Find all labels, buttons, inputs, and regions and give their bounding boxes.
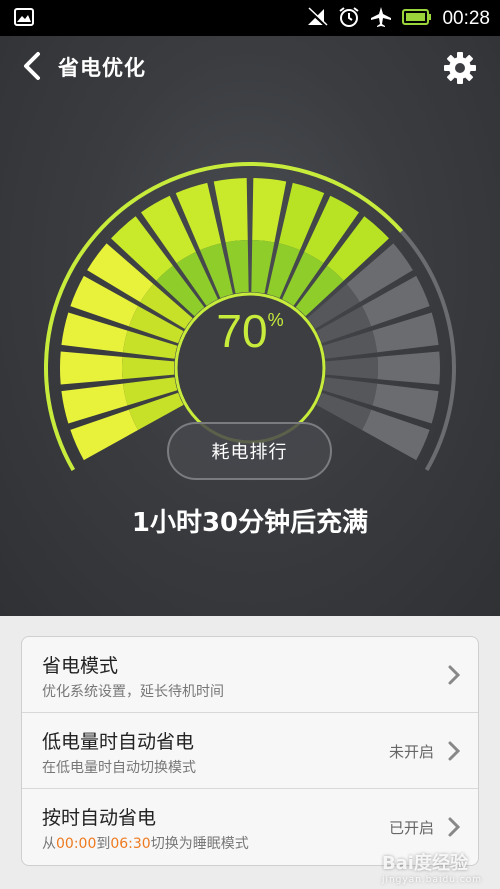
battery-percent: 70%: [190, 304, 310, 358]
end-time: 06:30: [110, 836, 151, 852]
status-label: 未开启: [388, 743, 434, 761]
list-item-title: 按时自动省电: [42, 807, 157, 829]
chevron-right-icon: [448, 817, 461, 841]
chevron-right-icon: [448, 665, 461, 689]
gauge-segment-outer: [213, 178, 248, 243]
gauge-segment-outer: [377, 351, 440, 385]
subtitle-mid: 到: [96, 836, 111, 852]
list-item-power-saving-mode[interactable]: 省电模式 优化系统设置，延长待机时间: [22, 637, 478, 713]
page-title: 省电优化: [58, 56, 146, 80]
airplane-icon: [370, 6, 392, 32]
settings-list: 省电模式 优化系统设置，延长待机时间 低电量时自动省电 在低电量时自动切换模式 …: [21, 636, 479, 866]
chevron-right-icon: [448, 741, 461, 765]
list-item-subtitle: 从00:00到06:30切换为睡眠模式: [42, 833, 249, 853]
settings-button[interactable]: [440, 48, 480, 88]
header: 省电优化: [0, 36, 500, 98]
image-icon: [14, 8, 34, 30]
back-button[interactable]: [14, 48, 50, 84]
no-signal-icon: [306, 7, 328, 31]
charge-time-text: 1小时30分钟后充满: [131, 508, 369, 538]
power-ranking-button[interactable]: 耗电排行: [167, 422, 332, 480]
clock: 00:28: [442, 8, 490, 29]
watermark-url: jingyan.baidu.com: [381, 875, 482, 885]
percent-symbol: %: [267, 310, 284, 330]
start-time: 00:00: [56, 836, 97, 852]
list-item-title: 低电量时自动省电: [42, 731, 195, 753]
gauge-segment-inner: [325, 356, 378, 380]
watermark-brand: Bai度经验: [381, 853, 468, 874]
subtitle-suffix: 切换为睡眠模式: [150, 836, 249, 852]
gauge-segment-inner: [122, 356, 175, 380]
gear-icon: [444, 52, 476, 84]
gauge-segment-outer: [252, 178, 287, 243]
list-item-subtitle: 在低电量时自动切换模式: [42, 760, 196, 776]
battery-percent-value: 70: [216, 305, 268, 357]
alarm-icon: [338, 6, 360, 32]
chevron-left-icon: [24, 52, 40, 80]
status-bar: 00:28: [0, 0, 500, 36]
list-item-title: 省电模式: [42, 655, 119, 677]
subtitle-prefix: 从: [42, 836, 56, 852]
top-panel: 省电优化 70% 耗电排行 1小时30分钟后充满: [0, 36, 500, 616]
battery-icon: [402, 8, 432, 30]
watermark-logo: Bai度经验 jingyan.baidu.com: [382, 849, 482, 885]
list-item-subtitle: 优化系统设置，延长待机时间: [42, 684, 224, 700]
list-item-low-battery-auto[interactable]: 低电量时自动省电 在低电量时自动切换模式 未开启: [22, 713, 478, 789]
status-label: 已开启: [388, 819, 434, 837]
gauge-segment-outer: [60, 351, 123, 385]
